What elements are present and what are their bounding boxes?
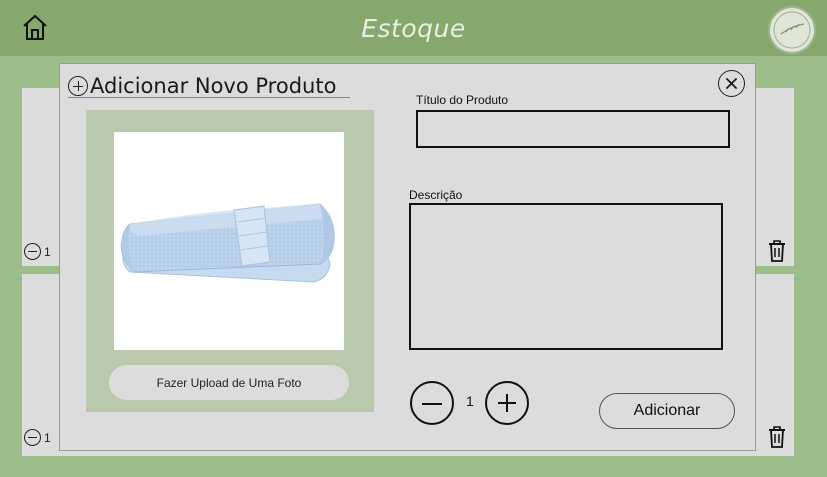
decrease-qty-button[interactable] — [24, 429, 41, 446]
close-icon[interactable] — [718, 70, 745, 97]
add-product-modal: Adicionar Novo Produto Fazer Upload de U… — [59, 63, 756, 451]
add-icon — [68, 76, 88, 96]
card-quantity: 1 — [44, 431, 51, 445]
page-title: Estoque — [361, 14, 466, 43]
brand-logo — [768, 6, 816, 54]
description-label: Descrição — [409, 188, 463, 202]
card-quantity: 1 — [44, 245, 51, 259]
product-title-input[interactable] — [416, 110, 730, 148]
trash-icon[interactable] — [766, 425, 788, 449]
increase-quantity-button[interactable] — [485, 381, 529, 425]
towel-photo — [120, 203, 335, 283]
app-header: Estoque — [0, 0, 827, 56]
description-textarea[interactable] — [409, 203, 723, 350]
trash-icon[interactable] — [766, 239, 788, 263]
photo-panel: Fazer Upload de Uma Foto — [86, 110, 374, 412]
decrease-quantity-button[interactable] — [410, 381, 454, 425]
modal-header: Adicionar Novo Produto — [68, 74, 350, 98]
product-photo — [114, 132, 344, 350]
product-title-label: Título do Produto — [416, 93, 509, 107]
modal-title: Adicionar Novo Produto — [90, 74, 337, 98]
add-product-button[interactable]: Adicionar — [599, 393, 735, 429]
quantity-value: 1 — [466, 393, 474, 409]
logo-leaf-icon — [773, 11, 811, 49]
upload-photo-button[interactable]: Fazer Upload de Uma Foto — [109, 365, 349, 400]
decrease-qty-button[interactable] — [24, 243, 41, 260]
